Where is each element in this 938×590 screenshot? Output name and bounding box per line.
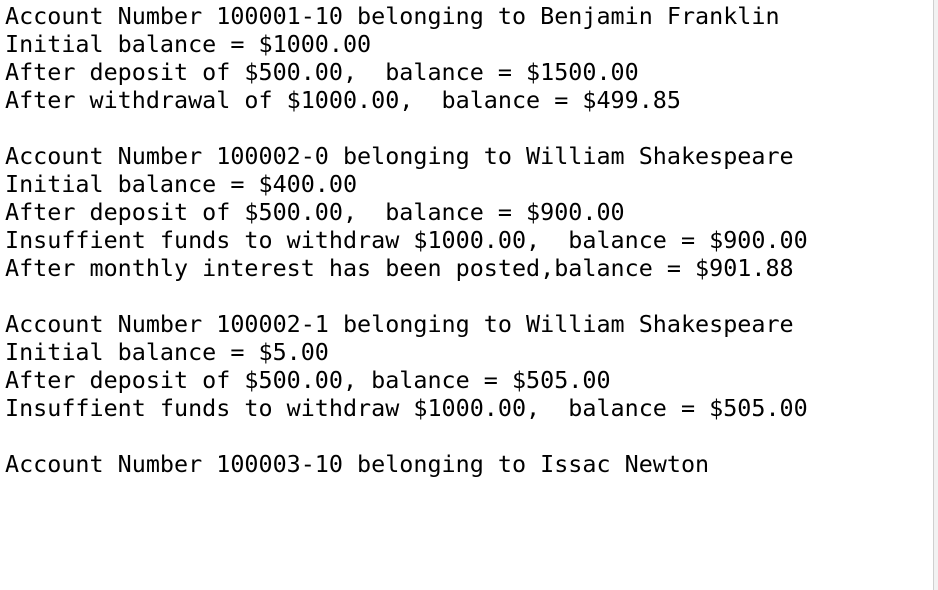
console-line: Initial balance = $1000.00 — [5, 30, 372, 58]
console-line: Account Number 100002-0 belonging to Wil… — [5, 142, 794, 170]
console-line: Account Number 100002-1 belonging to Wil… — [5, 310, 794, 338]
console-line: After monthly interest has been posted,b… — [5, 254, 794, 282]
console-line: After withdrawal of $1000.00, balance = … — [5, 86, 681, 114]
console-line: After deposit of $500.00, balance = $505… — [5, 366, 611, 394]
console-line: After deposit of $500.00, balance = $900… — [5, 198, 625, 226]
console-line: Initial balance = $5.00 — [5, 338, 329, 366]
console-line: Insuffient funds to withdraw $1000.00, b… — [5, 394, 808, 422]
scrollbar-track[interactable] — [934, 0, 938, 590]
console-output[interactable]: Account Number 100001-10 belonging to Be… — [0, 0, 934, 590]
console-line: Insuffient funds to withdraw $1000.00, b… — [5, 226, 808, 254]
console-line: After deposit of $500.00, balance = $150… — [5, 58, 639, 86]
console-line: Account Number 100003-10 belonging to Is… — [5, 450, 710, 478]
console-line: Account Number 100001-10 belonging to Be… — [5, 2, 780, 30]
console-line: Initial balance = $400.00 — [5, 170, 358, 198]
